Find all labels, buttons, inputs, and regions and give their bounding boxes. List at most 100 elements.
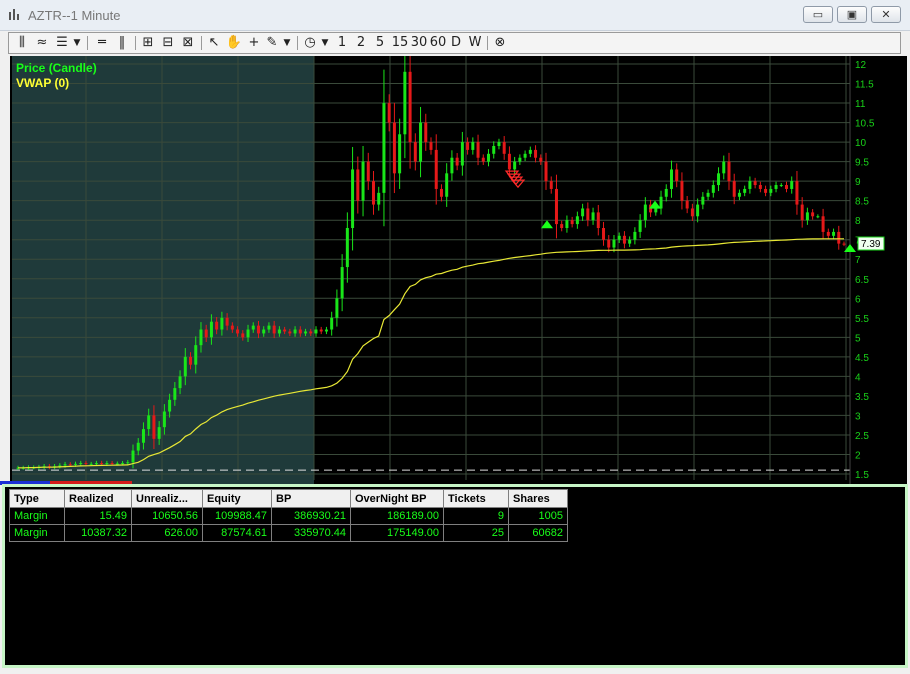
minimize-button[interactable]: ▭	[803, 6, 833, 23]
column-header[interactable]: Type	[9, 489, 65, 508]
table-row[interactable]: Margin 10387.32 626.00 87574.61 335970.44 175…	[9, 524, 568, 542]
candle-body	[764, 188, 768, 193]
candle-body	[63, 464, 67, 466]
candle-body	[403, 71, 407, 135]
candle-body	[220, 317, 224, 330]
maximize-button[interactable]: ▣	[837, 6, 867, 23]
price-axis-label: 12	[855, 60, 867, 71]
candle-body	[272, 325, 276, 334]
interval-60-button[interactable]: 60	[429, 34, 447, 52]
table-cell: 15.49	[64, 507, 132, 525]
zoom-out-icon[interactable]: ⊟	[159, 34, 177, 52]
column-header[interactable]: Shares	[508, 489, 568, 508]
title-bar: AZTR--1 Minute ▭ ▣ ✕	[0, 0, 910, 31]
candle-body	[481, 157, 485, 162]
pointer-icon[interactable]: ↖	[205, 34, 223, 52]
table-body: Margin 15.49 10650.56 109988.47 386930.21 186…	[9, 507, 568, 542]
column-header[interactable]: OverNight BP	[350, 489, 444, 508]
candle-body	[439, 188, 443, 197]
circle-x-icon[interactable]: ⊗	[491, 34, 509, 52]
zoom-in-icon[interactable]: ⊞	[139, 34, 157, 52]
table-cell: 10387.32	[64, 524, 132, 542]
chart-canvas[interactable]: 1211.51110.5109.598.587.576.565.554.543.…	[10, 45, 907, 484]
interval-2-button[interactable]: 2	[354, 34, 368, 52]
candle-body	[413, 142, 417, 162]
chart-type-icon[interactable]: ⫼	[13, 34, 31, 52]
price-axis-label: 9	[855, 177, 861, 188]
price-axis-label: 2	[855, 450, 861, 461]
candle-body	[513, 161, 517, 170]
table-row[interactable]: Margin 15.49 10650.56 109988.47 386930.21 186…	[9, 507, 568, 525]
candle-body	[262, 329, 266, 334]
candle-body	[168, 399, 172, 412]
price-axis-label: 11	[855, 99, 866, 110]
column-header[interactable]: Unrealiz...	[131, 489, 203, 508]
candle-body	[283, 329, 287, 332]
horizontal-line-icon[interactable]: ═	[93, 34, 111, 52]
candle-body	[560, 224, 564, 228]
pencil-icon[interactable]: ✎	[263, 34, 281, 52]
interval-day-button[interactable]: D	[449, 34, 463, 52]
interval-week-button[interactable]: W	[467, 34, 483, 52]
dropdown-icon[interactable]: ▼	[319, 34, 331, 52]
drawing-style-icon[interactable]: ≈	[33, 34, 51, 52]
candle-body	[711, 185, 715, 193]
candle-body	[392, 122, 396, 174]
candle-body	[554, 188, 558, 225]
dropdown-icon[interactable]: ▼	[71, 34, 83, 52]
window-title: AZTR--1 Minute	[28, 8, 121, 23]
legend-item: VWAP (0)	[16, 76, 69, 90]
price-chart[interactable]: 1211.51110.5109.598.587.576.565.554.543.…	[10, 45, 907, 484]
column-header[interactable]: BP	[271, 489, 351, 508]
candle-body	[204, 329, 208, 338]
candle-body	[471, 142, 475, 150]
candle-body	[502, 142, 506, 154]
close-icon: ✕	[881, 9, 891, 21]
candle-body	[121, 463, 125, 465]
chart-app-icon	[9, 9, 19, 20]
fit-icon[interactable]: ⊠	[179, 34, 197, 52]
vertical-line-icon[interactable]: ‖	[113, 34, 131, 52]
interval-5-button[interactable]: 5	[373, 34, 387, 52]
candle-body	[277, 329, 281, 334]
interval-1-button[interactable]: 1	[335, 34, 349, 52]
interval-15-button[interactable]: 15	[391, 34, 409, 52]
candle-body	[544, 161, 548, 182]
candle-body	[309, 331, 313, 334]
hand-icon[interactable]: ✋	[225, 34, 243, 52]
candle-body	[79, 463, 83, 465]
close-button[interactable]: ✕	[871, 6, 901, 23]
price-axis-label: 7	[855, 255, 861, 266]
price-axis-label: 5	[855, 333, 861, 344]
candle-body	[267, 325, 271, 330]
table-cell: 335970.44	[271, 524, 351, 542]
price-axis-label: 1.5	[855, 470, 869, 481]
indicator-list-icon[interactable]: ☰	[53, 34, 71, 52]
interval-30-button[interactable]: 30	[410, 34, 428, 52]
candle-body	[737, 192, 741, 197]
crosshair-icon[interactable]: +	[245, 34, 263, 52]
legend-item: Price (Candle)	[16, 61, 97, 75]
candle-body	[455, 157, 459, 166]
column-header[interactable]: Equity	[202, 489, 272, 508]
column-header[interactable]: Realized	[64, 489, 132, 508]
candle-body	[528, 149, 532, 154]
account-panel: Type Realized Unrealiz... Equity BP OverNight…	[2, 484, 908, 668]
clock-icon[interactable]: ◷	[301, 34, 319, 52]
column-header[interactable]: Tickets	[443, 489, 509, 508]
price-axis-label: 10	[855, 138, 867, 149]
candle-body	[84, 463, 88, 465]
table-cell: 386930.21	[271, 507, 351, 525]
price-axis-label: 9.5	[855, 158, 869, 169]
candle-body	[753, 181, 757, 186]
candle-body	[398, 134, 402, 174]
candle-body	[518, 157, 522, 162]
candle-body	[314, 329, 318, 334]
table-cell: 109988.47	[202, 507, 272, 525]
price-axis-label: 3	[855, 411, 861, 422]
dropdown-icon[interactable]: ▼	[281, 34, 293, 52]
candle-body	[136, 442, 140, 451]
candle-body	[189, 356, 193, 365]
candle-body	[141, 429, 145, 443]
candle-body	[622, 235, 626, 244]
